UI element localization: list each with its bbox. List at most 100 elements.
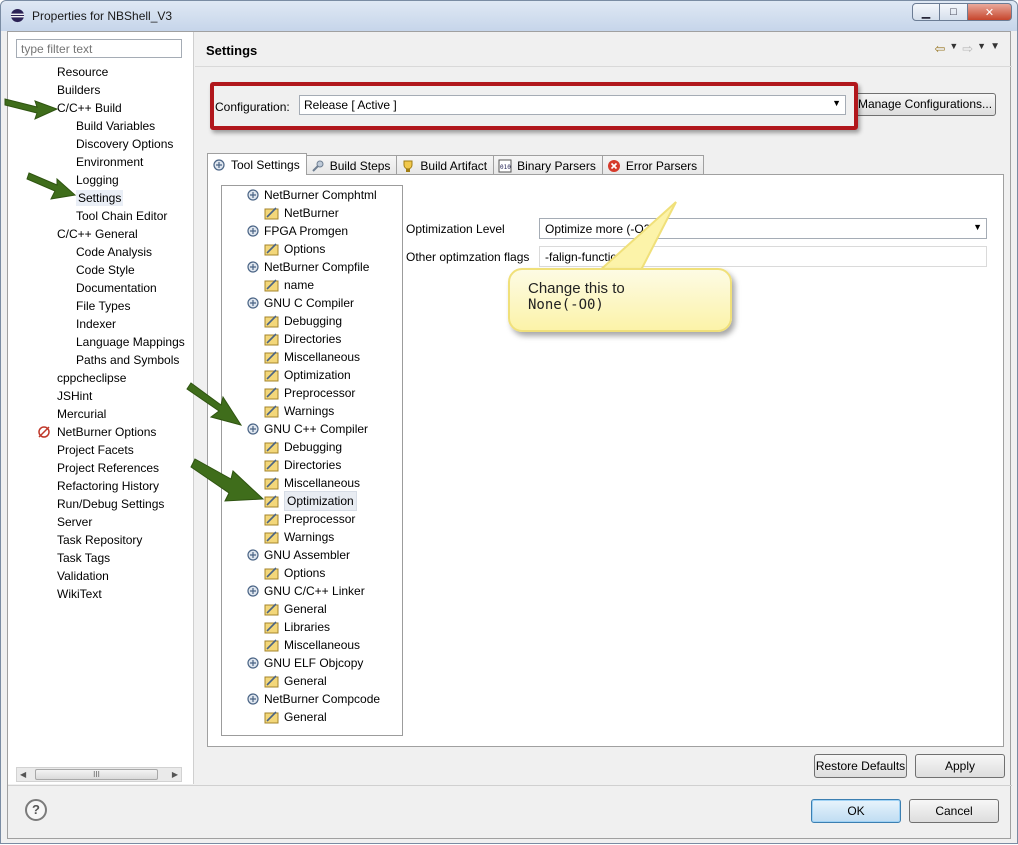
tool-tree-tool[interactable]: GNU C Compiler (246, 294, 354, 312)
restore-defaults-button[interactable]: Restore Defaults (814, 754, 907, 778)
nav-item[interactable]: Validation (8, 567, 194, 585)
tool-tree-option[interactable]: Preprocessor (264, 384, 355, 402)
nav-item[interactable]: File Types (8, 297, 194, 315)
close-button[interactable]: ✕ (968, 3, 1012, 21)
tool-tree-tool[interactable]: GNU C/C++ Linker (246, 582, 365, 600)
other-flags-field[interactable]: -falign-functions=4 (539, 246, 987, 267)
nav-item[interactable]: Builders (8, 81, 194, 99)
tab-build-steps[interactable]: Build Steps (305, 155, 398, 175)
tool-tree-option[interactable]: name (264, 276, 314, 294)
tool-tree-label: Directories (284, 458, 342, 472)
tool-tree-option[interactable]: Miscellaneous (264, 348, 360, 366)
tool-tree-tool[interactable]: FPGA Promgen (246, 222, 348, 240)
tool-tree-option[interactable]: Directories (264, 330, 341, 348)
nav-item[interactable]: WikiText (8, 585, 194, 603)
chevron-down-icon: ▼ (973, 222, 982, 232)
tool-tree-option[interactable]: Optimization (264, 366, 351, 384)
option-category-icon (264, 710, 280, 724)
nav-item-label: Documentation (76, 281, 157, 295)
tool-tree-option[interactable]: Debugging (264, 438, 342, 456)
tab-error-parsers[interactable]: Error Parsers (601, 155, 705, 175)
filter-input[interactable] (16, 39, 182, 58)
nav-item[interactable]: Run/Debug Settings (8, 495, 194, 513)
nav-item[interactable]: Project References (8, 459, 194, 477)
tool-tree-tool[interactable]: GNU ELF Objcopy (246, 654, 363, 672)
tool-tree-tool[interactable]: GNU C++ Compiler (246, 420, 368, 438)
forward-menu-icon[interactable]: ▼ (977, 41, 986, 57)
view-menu-icon[interactable]: ▼ (990, 41, 1000, 57)
optimization-level-select[interactable]: Optimize more (-O2) ▼ (539, 218, 987, 239)
tool-tree-option[interactable]: General (264, 708, 327, 726)
nav-item[interactable]: C/C++ Build (8, 99, 194, 117)
tool-tree-option[interactable]: General (264, 600, 327, 618)
nav-item[interactable]: Task Tags (8, 549, 194, 567)
nav-item[interactable]: Server (8, 513, 194, 531)
cancel-button[interactable]: Cancel (909, 799, 999, 823)
other-flags-label: Other optimzation flags (406, 250, 530, 264)
horizontal-scrollbar[interactable]: ◀ III ▶ (16, 767, 182, 782)
nav-item[interactable]: C/C++ General (8, 225, 194, 243)
tool-tree-option[interactable]: Directories (264, 456, 341, 474)
nav-item[interactable]: Settings (8, 189, 194, 207)
nav-item[interactable]: NetBurner Options (8, 423, 194, 441)
apply-button[interactable]: Apply (915, 754, 1005, 778)
tool-tree-option[interactable]: General (264, 672, 327, 690)
forward-icon[interactable]: ⇨ (962, 41, 973, 57)
tool-tree-option[interactable]: Optimization (264, 491, 357, 511)
nav-item-label: Build Variables (76, 119, 156, 133)
nav-item[interactable]: Resource (8, 63, 194, 81)
maximize-button[interactable]: □ (940, 3, 968, 21)
tool-tree-option[interactable]: Preprocessor (264, 510, 355, 528)
tool-tree-tool[interactable]: GNU Assembler (246, 546, 350, 564)
tool-tree-option[interactable]: Options (264, 564, 325, 582)
nav-item[interactable]: Task Repository (8, 531, 194, 549)
back-icon[interactable]: ⇦ (934, 41, 945, 57)
tool-tree-option[interactable]: NetBurner (264, 204, 339, 222)
nav-item[interactable]: Documentation (8, 279, 194, 297)
tool-tree-option[interactable]: Libraries (264, 618, 330, 636)
nav-item[interactable]: Project Facets (8, 441, 194, 459)
tool-tree-option[interactable]: Options (264, 240, 325, 258)
nav-item[interactable]: Environment (8, 153, 194, 171)
nav-item[interactable]: Logging (8, 171, 194, 189)
ok-button[interactable]: OK (811, 799, 901, 823)
title-bar[interactable]: Properties for NBShell_V3 ▁ □ ✕ (1, 1, 1017, 31)
tool-tree-tool[interactable]: NetBurner Compfile (246, 258, 369, 276)
tab-build-artifact[interactable]: Build Artifact (396, 155, 495, 175)
nav-item[interactable]: Paths and Symbols (8, 351, 194, 369)
nav-item[interactable]: Tool Chain Editor (8, 207, 194, 225)
tool-tree-option[interactable]: Warnings (264, 528, 334, 546)
tab-binary-parsers[interactable]: 010 Binary Parsers (493, 155, 603, 175)
nav-item[interactable]: Mercurial (8, 405, 194, 423)
nav-item[interactable]: Discovery Options (8, 135, 194, 153)
nav-item[interactable]: Build Variables (8, 117, 194, 135)
nav-item[interactable]: cppcheclipse (8, 369, 194, 387)
tool-tree-option[interactable]: Miscellaneous (264, 636, 360, 654)
nav-item[interactable]: Refactoring History (8, 477, 194, 495)
tool-tree-tool[interactable]: NetBurner Compcode (246, 690, 380, 708)
manage-configurations-button[interactable]: Manage Configurations... (854, 93, 996, 116)
tool-icon (246, 296, 260, 310)
tool-icon (246, 422, 260, 436)
nav-item[interactable]: Code Style (8, 261, 194, 279)
tool-tree-label: GNU C/C++ Linker (264, 584, 365, 598)
tool-tree-option[interactable]: Warnings (264, 402, 334, 420)
tool-tree-option[interactable]: Miscellaneous (264, 474, 360, 492)
tool-tree-label: Options (284, 242, 326, 256)
scroll-right-icon[interactable]: ▶ (172, 768, 178, 781)
nav-item[interactable]: Language Mappings (8, 333, 194, 351)
tool-tree-option[interactable]: Debugging (264, 312, 342, 330)
nav-item[interactable]: Code Analysis (8, 243, 194, 261)
svg-text:010: 010 (500, 164, 511, 171)
scroll-left-icon[interactable]: ◀ (20, 768, 26, 781)
tool-tree-tool[interactable]: NetBurner Comphtml (246, 186, 377, 204)
property-pages-pane: Resource Builders C/C++ Build Build Variabl… (8, 32, 194, 784)
tab-tool-settings[interactable]: Tool Settings (207, 153, 307, 175)
nav-item[interactable]: Indexer (8, 315, 194, 333)
nav-item-label: JSHint (57, 389, 93, 403)
minimize-button[interactable]: ▁ (912, 3, 940, 21)
nav-item[interactable]: JSHint (8, 387, 194, 405)
scrollbar-thumb[interactable]: III (35, 769, 158, 780)
back-menu-icon[interactable]: ▼ (949, 41, 958, 57)
help-button[interactable]: ? (25, 799, 47, 821)
